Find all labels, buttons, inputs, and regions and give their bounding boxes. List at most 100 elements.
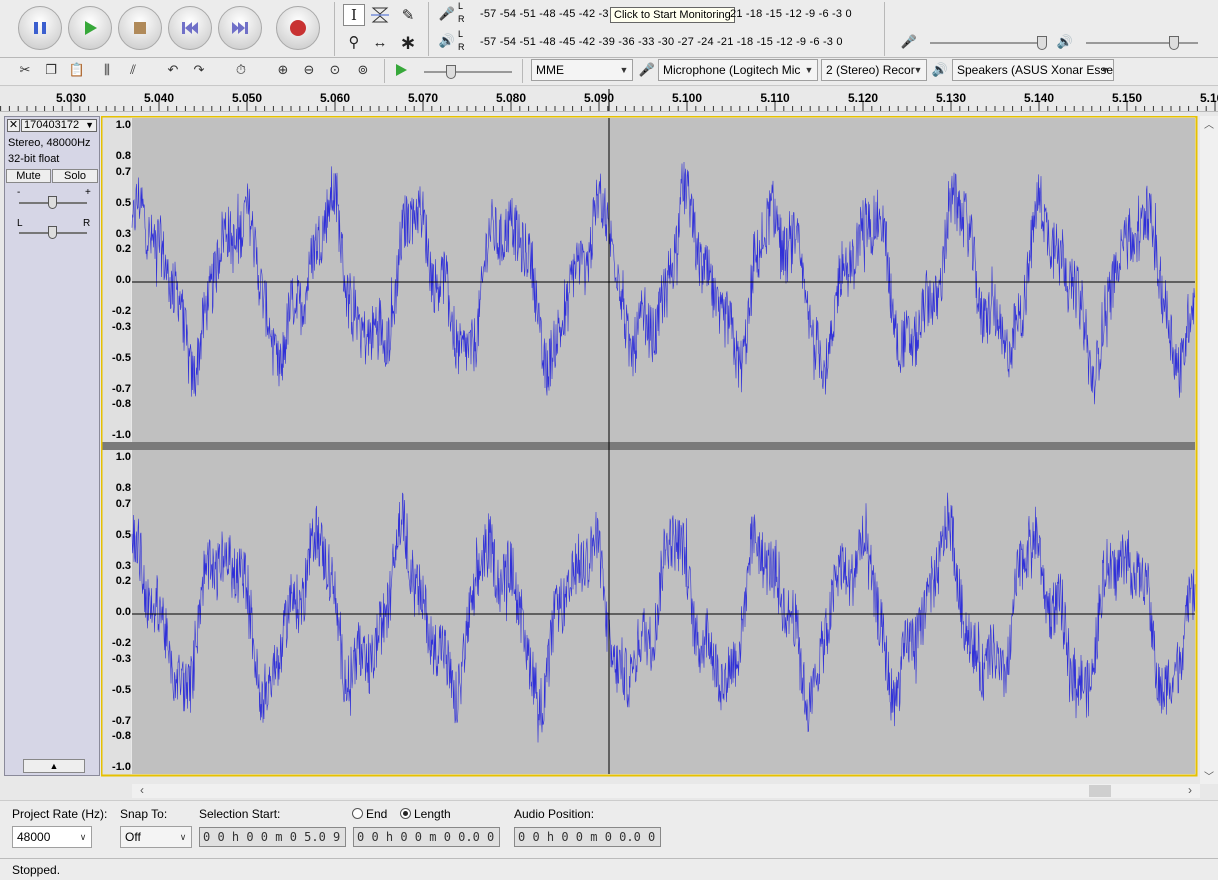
ruler-label: 5.060: [319, 91, 351, 105]
chevron-down-icon: ∨: [79, 832, 87, 842]
selection-tool-button[interactable]: I: [343, 4, 365, 26]
project-rate-select[interactable]: 48000 ∨: [12, 826, 92, 848]
audio-host-select[interactable]: MME ▼: [531, 59, 633, 81]
zoom-in-icon: ⊕: [277, 62, 289, 77]
ruler-label: 5.030: [55, 91, 87, 105]
paste-button[interactable]: 📋: [66, 59, 88, 81]
ruler-label: 5.110: [760, 91, 790, 105]
solo-button[interactable]: Solo: [52, 169, 98, 183]
playback-device-value: Speakers (ASUS Xonar Esse: [957, 63, 1114, 77]
undo-button[interactable]: ↶: [162, 59, 184, 81]
record-meter-scale[interactable]: -57 -54 -51 -48 -45 -42 -3: [480, 8, 609, 22]
chevron-up-icon: ▲: [49, 761, 59, 771]
ruler-label: 5.080: [495, 91, 527, 105]
pan-left-label: L: [17, 218, 23, 229]
track-menu-button[interactable]: 170403172 ▼: [21, 119, 97, 132]
ruler-label: 5.150: [1111, 91, 1143, 105]
mute-button[interactable]: Mute: [6, 169, 51, 183]
skip-to-end-button[interactable]: [218, 6, 262, 50]
snap-to-label: Snap To:: [120, 807, 168, 821]
audio-host-value: MME: [536, 63, 564, 77]
play-speed-slider[interactable]: [424, 71, 512, 73]
chevron-down-icon: ▼: [619, 65, 629, 75]
toolbar-area: I ✎ ⚲ ↔ ∗ 🎤 L R -57 -54 -51 -48 -45 -42 …: [0, 0, 1218, 86]
trim-button[interactable]: ⫼: [96, 59, 118, 81]
status-bar: Stopped.: [0, 858, 1218, 880]
ruler-label: 5.100: [671, 91, 703, 105]
chevron-down-icon: ∨: [179, 832, 187, 842]
length-label: Length: [414, 807, 451, 821]
input-volume-slider[interactable]: [930, 42, 1046, 44]
play-icon: [396, 64, 407, 76]
record-button[interactable]: [276, 6, 320, 50]
input-volume-thumb[interactable]: [1037, 36, 1047, 50]
microphone-icon: 🎤: [438, 6, 456, 21]
silence-button[interactable]: ⫽: [122, 59, 144, 81]
pause-button[interactable]: [18, 6, 62, 50]
selection-start-field[interactable]: 0 0 h 0 0 m 0 5.0 9 1 s: [199, 827, 346, 847]
output-volume-slider[interactable]: [1086, 42, 1198, 44]
playback-device-select[interactable]: Speakers (ASUS Xonar Esse ▼: [952, 59, 1114, 81]
playback-meter-scale[interactable]: -57 -54 -51 -48 -45 -42 -39 -36 -33 -30 …: [480, 36, 843, 50]
scrollbar-thumb[interactable]: [1089, 785, 1111, 797]
trim-audio-icon: ⫼: [104, 62, 110, 77]
envelope-tool-button[interactable]: [369, 4, 391, 26]
fit-selection-button[interactable]: ⊙: [324, 59, 346, 81]
selection-start-value: 0 0 h 0 0 m 0 5.0 9 1 s: [203, 830, 345, 844]
zoom-out-icon: ⊖: [303, 62, 315, 77]
play-at-speed-button[interactable]: [390, 59, 412, 81]
zoom-in-button[interactable]: ⊕: [272, 59, 294, 81]
chevron-up-icon: ︿: [1204, 120, 1214, 131]
close-icon: ✕: [8, 119, 19, 131]
output-volume-thumb[interactable]: [1169, 36, 1179, 50]
ruler-label: 5.120: [847, 91, 879, 105]
length-radio[interactable]: Length: [400, 807, 451, 821]
redo-button[interactable]: ↷: [188, 59, 210, 81]
zoom-out-button[interactable]: ⊖: [298, 59, 320, 81]
play-icon: [85, 21, 97, 35]
snap-to-select[interactable]: Off ∨: [120, 826, 192, 848]
close-track-button[interactable]: ✕: [7, 119, 20, 132]
skip-to-start-button[interactable]: [168, 6, 212, 50]
waveform-display[interactable]: [101, 116, 1198, 777]
horizontal-scrollbar[interactable]: ‹ ›: [132, 783, 1200, 798]
gain-slider-thumb[interactable]: [48, 196, 57, 209]
selection-toolbar: Project Rate (Hz): 48000 ∨ Snap To: Off ∨ …: [0, 800, 1218, 858]
play-button[interactable]: [68, 6, 112, 50]
record-meter-button[interactable]: 🎤: [436, 3, 458, 25]
multi-tool-button[interactable]: ∗: [397, 31, 419, 54]
collapse-track-button[interactable]: ▲: [23, 759, 85, 773]
record-meter-scale-right[interactable]: 21 -18 -15 -12 -9 -6 -3 0: [730, 8, 852, 22]
chevron-right-icon: ›: [1188, 783, 1192, 797]
copy-button[interactable]: ❐: [40, 59, 62, 81]
sync-lock-button[interactable]: ⏱: [230, 59, 252, 81]
playback-meter-button[interactable]: 🔊: [436, 30, 458, 52]
end-radio[interactable]: End: [352, 807, 387, 821]
channel-divider: [132, 442, 1195, 450]
time-shift-tool-button[interactable]: ↔: [369, 31, 391, 53]
timeline-ruler[interactable]: 5.030 5.040 5.050 5.060 5.070 5.080 5.090 5.100…: [0, 87, 1218, 112]
play-speed-thumb[interactable]: [446, 65, 456, 79]
audio-position-label: Audio Position:: [514, 807, 595, 821]
fit-project-button[interactable]: ⊚: [352, 59, 374, 81]
pan-slider-thumb[interactable]: [48, 226, 57, 239]
scissors-icon: ✂: [19, 62, 31, 77]
speaker-icon: 🔊: [931, 62, 949, 77]
vertical-scrollbar[interactable]: ︿ ﹀: [1200, 116, 1218, 784]
cut-button[interactable]: ✂: [14, 59, 36, 81]
recording-channels-select[interactable]: 2 (Stereo) Recor ▼: [821, 59, 927, 81]
zoom-tool-button[interactable]: ⚲: [343, 31, 365, 53]
recording-device-icon-holder: 🎤: [636, 59, 658, 81]
length-field[interactable]: 0 0 h 0 0 m 0 0.0 0 0 s: [353, 827, 500, 847]
track-control-panel[interactable]: ✕ 170403172 ▼ Stereo, 48000Hz 32-bit floa…: [4, 116, 100, 776]
recording-device-select[interactable]: Microphone (Logitech Mic ▼: [658, 59, 818, 81]
audio-position-field[interactable]: 0 0 h 0 0 m 0 0.0 0 0 s: [514, 827, 661, 847]
microphone-icon: 🎤: [638, 62, 656, 77]
ruler-label: 5.090: [583, 91, 615, 105]
radio-off-icon: [352, 808, 363, 819]
chevron-left-icon: ‹: [140, 783, 144, 797]
pan-right-label: R: [83, 218, 91, 229]
stop-button[interactable]: [118, 6, 162, 50]
draw-tool-button[interactable]: ✎: [397, 4, 419, 26]
chevron-down-icon: ▼: [1100, 65, 1110, 75]
